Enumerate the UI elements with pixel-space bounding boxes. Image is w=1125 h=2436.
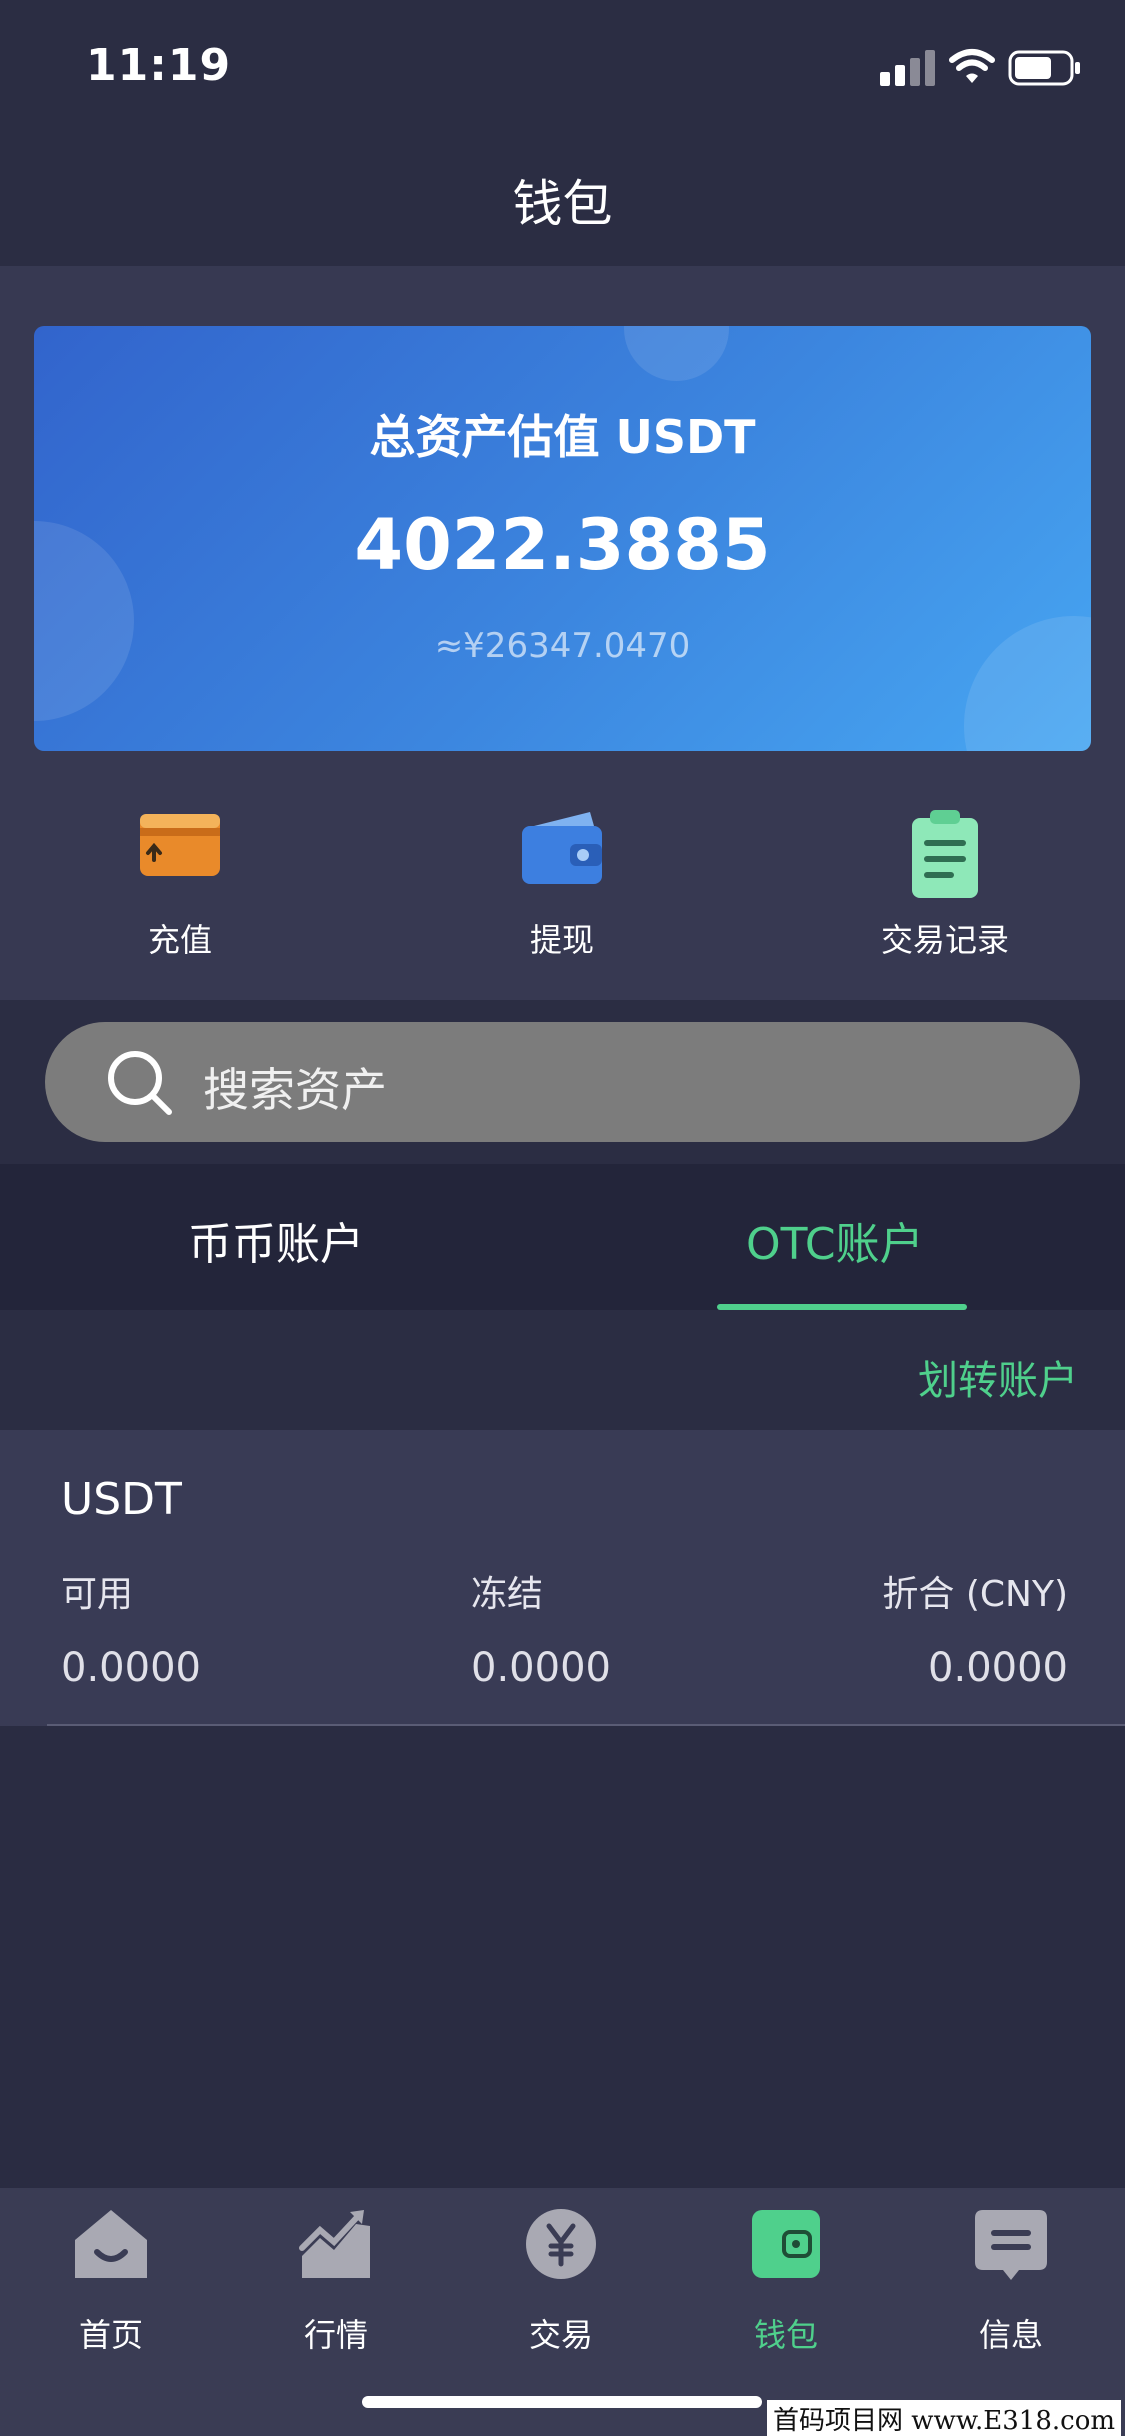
tab-home[interactable]: 首页 xyxy=(36,2206,186,2356)
tab-messages-label: 信息 xyxy=(978,2316,1043,2354)
yuan-coin-icon xyxy=(526,2209,596,2279)
nav-bar: 钱包 xyxy=(0,132,1125,266)
total-asset-label: 总资产估值 USDT xyxy=(369,410,756,464)
tab-wallet[interactable]: 钱包 xyxy=(711,2206,861,2356)
tab-market[interactable]: 行情 xyxy=(261,2206,411,2356)
status-time: 11:19 xyxy=(86,40,232,91)
withdraw-button[interactable]: 提现 xyxy=(432,810,692,960)
message-icon xyxy=(975,2210,1047,2280)
home-indicator xyxy=(362,2396,762,2408)
tab-wallet-label: 钱包 xyxy=(753,2316,818,2354)
search-placeholder: 搜索资产 xyxy=(203,1063,387,1117)
divider xyxy=(47,1724,1125,1726)
tab-home-label: 首页 xyxy=(78,2316,143,2354)
available-value: 0.0000 xyxy=(61,1645,201,1691)
list-item[interactable]: USDT 可用 冻结 折合 (CNY) 0.0000 0.0000 0.0000 xyxy=(0,1430,1125,1726)
wallet-icon xyxy=(522,812,602,884)
transaction-history-label: 交易记录 xyxy=(880,921,1009,959)
available-label: 可用 xyxy=(61,1574,134,1615)
total-asset-card: 总资产估值 USDT 4022.3885 ≈¥26347.0470 xyxy=(34,326,1091,751)
deposit-button[interactable]: 充值 xyxy=(50,810,310,960)
total-asset-amount: 4022.3885 xyxy=(354,504,771,586)
tab-trade-label: 交易 xyxy=(528,2316,593,2354)
search-icon xyxy=(108,1051,172,1115)
tab-market-label: 行情 xyxy=(303,2316,368,2354)
transaction-history-button[interactable]: 交易记录 xyxy=(815,810,1075,960)
deposit-label: 充值 xyxy=(147,921,212,959)
withdraw-label: 提现 xyxy=(529,921,594,959)
account-tabs: 币币账户 OTC账户 xyxy=(0,1164,1125,1310)
status-bar: 11:19 xyxy=(0,0,1125,132)
coin-name: USDT xyxy=(61,1474,182,1525)
market-chart-icon xyxy=(299,2210,370,2278)
wifi-icon xyxy=(949,49,995,83)
bottom-tab-bar: 首页 行情 交易 钱包 信息 xyxy=(0,2188,1125,2436)
card-decoration xyxy=(624,326,729,381)
tab-messages[interactable]: 信息 xyxy=(936,2206,1086,2356)
cny-value-label: 折合 (CNY) xyxy=(882,1574,1068,1615)
home-icon xyxy=(75,2210,147,2278)
battery-icon xyxy=(1008,50,1080,86)
watermark: 首码项目网 www.E318.com xyxy=(767,2400,1121,2436)
total-asset-cny: ≈¥26347.0470 xyxy=(434,626,691,666)
deposit-card-icon xyxy=(140,814,220,876)
page-title: 钱包 xyxy=(512,175,613,233)
frozen-label: 冻结 xyxy=(471,1574,544,1615)
tab-trade[interactable]: 交易 xyxy=(486,2206,636,2356)
transfer-row: 划转账户 xyxy=(0,1310,1125,1430)
clipboard-icon xyxy=(912,810,978,898)
transfer-account-link[interactable]: 划转账户 xyxy=(918,1348,1078,1406)
cny-value: 0.0000 xyxy=(928,1645,1068,1691)
search-input[interactable]: 搜索资产 xyxy=(45,1022,1080,1142)
wallet-icon xyxy=(752,2210,820,2278)
tab-coin-account[interactable]: 币币账户 xyxy=(188,1208,364,1272)
search-section: 搜索资产 xyxy=(0,1000,1125,1164)
frozen-value: 0.0000 xyxy=(471,1645,611,1691)
tab-otc-account[interactable]: OTC账户 xyxy=(746,1208,924,1272)
cellular-signal-icon xyxy=(880,50,935,86)
